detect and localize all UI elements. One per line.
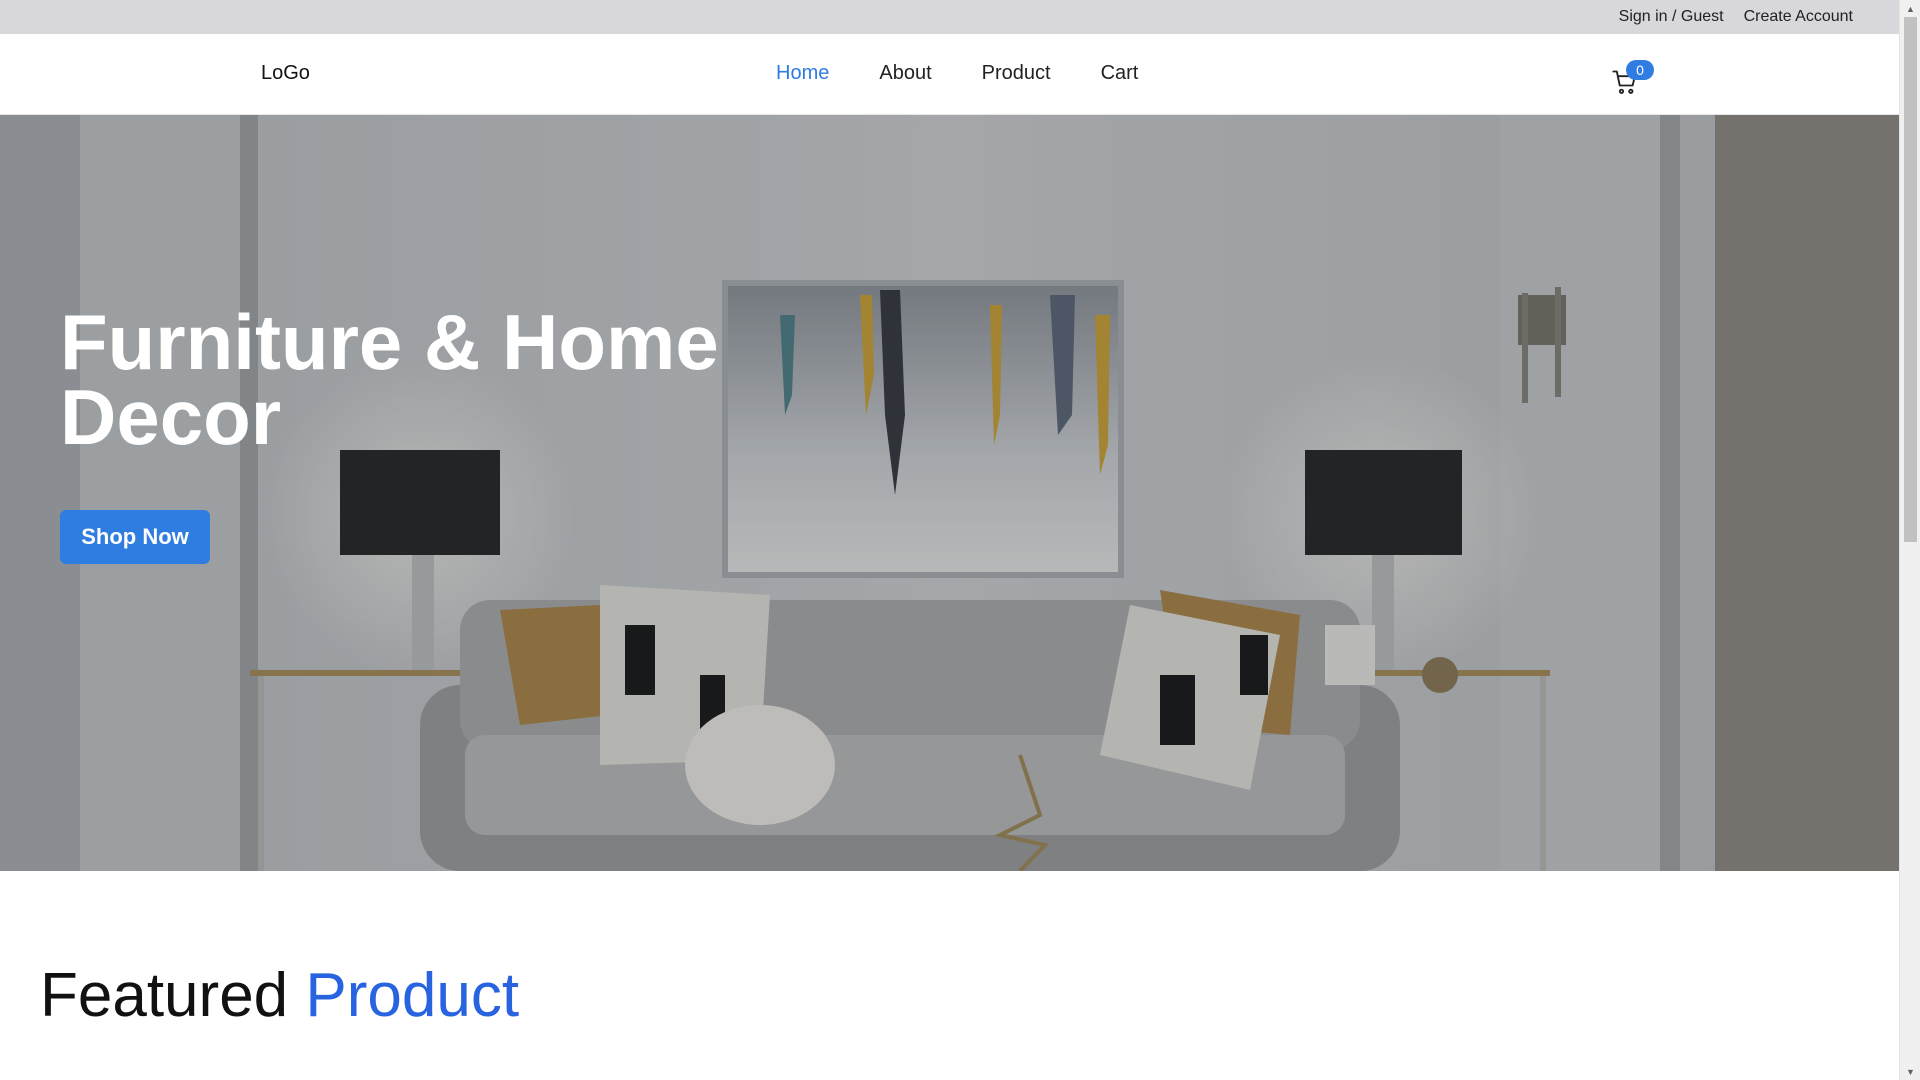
scroll-down-arrow-icon[interactable]: ▼: [1900, 1063, 1920, 1080]
nav-link-cart[interactable]: Cart: [1101, 62, 1139, 85]
featured-heading-part1: Featured: [40, 961, 289, 1030]
sign-in-link[interactable]: Sign in / Guest: [1619, 8, 1724, 26]
nav-link-about[interactable]: About: [879, 62, 931, 85]
page-scrollbar[interactable]: ▲ ▼: [1899, 0, 1920, 1080]
nav-links: Home About Product Cart: [776, 62, 1138, 85]
scroll-thumb[interactable]: [1904, 17, 1917, 542]
nav-link-home[interactable]: Home: [776, 62, 829, 85]
nav-link-product[interactable]: Product: [982, 62, 1051, 85]
featured-product-heading: Featured Product: [40, 960, 519, 1031]
hero-title-line2: Decor: [60, 373, 282, 461]
site-logo[interactable]: LoGo: [261, 62, 310, 85]
main-navbar: LoGo Home About Product Cart 0: [0, 34, 1899, 115]
hero-background-image: [0, 115, 1899, 871]
cart-count-badge: 0: [1626, 60, 1654, 80]
top-utility-bar: Sign in / Guest Create Account: [0, 0, 1899, 34]
hero-banner: Furniture & Home Decor Shop Now: [0, 115, 1899, 871]
create-account-link[interactable]: Create Account: [1744, 8, 1853, 26]
cart-button[interactable]: 0: [1608, 60, 1658, 96]
scroll-up-arrow-icon[interactable]: ▲: [1900, 0, 1920, 17]
shop-now-button[interactable]: Shop Now: [60, 510, 210, 564]
featured-heading-part2: Product: [305, 961, 520, 1030]
hero-title: Furniture & Home Decor: [60, 303, 760, 456]
